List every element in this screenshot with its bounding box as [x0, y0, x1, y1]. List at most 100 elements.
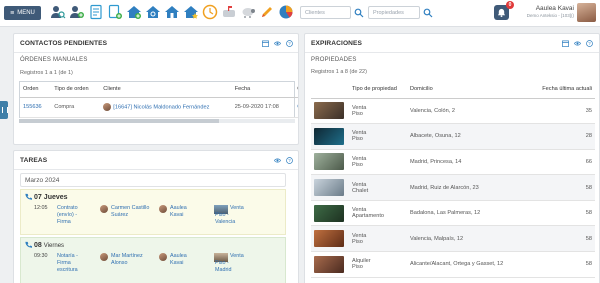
avatar: [159, 205, 167, 213]
property-image[interactable]: [314, 179, 344, 197]
task-title-line[interactable]: escritura: [57, 267, 78, 274]
table-row: 155636 Compra [16647] Nicolás Maldonado …: [20, 97, 298, 118]
task-title-line[interactable]: (envío) -: [57, 212, 77, 219]
pie-chart-icon[interactable]: [278, 3, 294, 21]
panel-tools: ?: [262, 40, 293, 47]
contact-name-line[interactable]: Mar Martínez: [111, 253, 143, 260]
contact-name-line[interactable]: Alonso: [111, 260, 127, 267]
horizontal-scrollbar[interactable]: [19, 119, 295, 123]
table-row[interactable]: Venta Piso Madrid, Princesa, 14 66: [311, 149, 595, 176]
column-header[interactable]: Tipo de orden: [51, 81, 101, 98]
column-header[interactable]: Tipo de propiedad: [349, 81, 407, 99]
menu-button[interactable]: ≡ MENU: [4, 6, 41, 20]
document-icon[interactable]: [88, 3, 104, 21]
column-header[interactable]: Fecha última actuali: [523, 81, 595, 99]
search-icon[interactable]: [354, 8, 364, 18]
property-image[interactable]: [314, 255, 344, 273]
table-row[interactable]: Venta Piso Valencia, Colón, 2 35: [311, 98, 595, 125]
task-row[interactable]: 09:30 Notaría - Firma escritura Mar Mart…: [21, 253, 287, 283]
property-image[interactable]: [314, 127, 344, 145]
task-row[interactable]: 12:05 Contrato (envío) - Firma Carmen Ca…: [21, 205, 287, 235]
hamburger-icon: ≡: [10, 9, 15, 17]
column-header[interactable]: Co: [294, 81, 298, 98]
column-header[interactable]: Fecha: [231, 81, 295, 98]
search-home-icon[interactable]: [145, 3, 161, 21]
clients-search: Clientes: [300, 6, 364, 19]
property-address: Valencia, Malpaís, 12: [407, 225, 523, 253]
add-person-icon[interactable]: [69, 3, 85, 21]
agent-name-line[interactable]: Aaulea: [170, 253, 187, 260]
order-extra[interactable]: Co: [294, 97, 298, 118]
properties-table: Tipo de propiedad Domicilio Fecha última…: [311, 81, 595, 278]
table-row[interactable]: Venta Piso Albacete, Osuna, 12 28: [311, 123, 595, 150]
property-date: 58: [523, 225, 595, 253]
property-line[interactable]: Piso -: [215, 260, 229, 267]
svg-text:?: ?: [288, 158, 291, 163]
property-line[interactable]: Valencia: [215, 219, 235, 226]
add-home-icon[interactable]: [126, 3, 142, 21]
user-name[interactable]: Aaulea Kavai: [536, 5, 574, 12]
help-icon[interactable]: ?: [286, 157, 293, 164]
favorite-home-icon[interactable]: [183, 3, 199, 21]
contact-name-line[interactable]: Suárez: [111, 212, 128, 219]
help-icon[interactable]: ?: [586, 40, 593, 47]
property-line[interactable]: Piso -: [215, 212, 229, 219]
column-header[interactable]: Domicilio: [407, 81, 523, 99]
search-icon[interactable]: [423, 8, 433, 18]
property-image[interactable]: [314, 153, 344, 171]
phone-icon: [25, 241, 32, 250]
avatar: [103, 103, 112, 111]
contact-name-line[interactable]: Carmen Castillo: [111, 205, 149, 212]
column-header[interactable]: Orden: [20, 81, 52, 98]
order-link[interactable]: 155636: [20, 97, 52, 118]
calendar-icon[interactable]: [562, 40, 569, 47]
task-title-line[interactable]: Contrato: [57, 205, 78, 212]
eye-icon[interactable]: [274, 157, 281, 164]
property-type: Chalet: [352, 187, 369, 194]
eye-icon[interactable]: [274, 40, 281, 47]
task-title-line[interactable]: Notaría -: [57, 253, 78, 260]
home-icon[interactable]: [164, 3, 180, 21]
avatar[interactable]: [577, 3, 596, 22]
clients-search-input[interactable]: Clientes: [300, 6, 351, 19]
task-title-line[interactable]: Firma: [57, 219, 71, 226]
sheep-icon[interactable]: [240, 3, 256, 21]
section-subtitle: PROPIEDADES: [311, 57, 357, 63]
task-title-line[interactable]: Firma: [57, 260, 71, 267]
clock-icon[interactable]: [202, 3, 218, 21]
svg-text:?: ?: [588, 41, 591, 46]
table-row[interactable]: Alquiler Piso Alicante/Alacant, Ortega y …: [311, 251, 595, 278]
agent-name-line[interactable]: Kavai: [170, 212, 184, 219]
table-row[interactable]: Venta Chalet Madrid, Ruiz de Alarcón, 23 …: [311, 174, 595, 201]
column-header[interactable]: Cliente: [100, 81, 232, 98]
add-document-icon[interactable]: [107, 3, 123, 21]
property-image[interactable]: [314, 230, 344, 248]
mailbox-icon[interactable]: [221, 3, 237, 21]
client-link[interactable]: [16647] Nicolás Maldonado Fernández: [100, 97, 232, 118]
property-date: 35: [523, 98, 595, 125]
property-address: Madrid, Princesa, 14: [407, 149, 523, 176]
properties-search-input[interactable]: Propiedades: [368, 6, 420, 19]
help-icon[interactable]: ?: [286, 40, 293, 47]
order-date: 25-09-2020 17:08: [231, 97, 295, 118]
property-line[interactable]: Venta: [230, 205, 244, 212]
table-row[interactable]: Venta Apartamento Badalona, Las Palmeras,…: [311, 200, 595, 227]
table-row[interactable]: Venta Piso Valencia, Malpaís, 12 58: [311, 225, 595, 253]
eye-icon[interactable]: [574, 40, 581, 47]
agent-name-line[interactable]: Aaulea: [170, 205, 187, 212]
column-header-image: [311, 81, 349, 99]
property-date: 66: [523, 149, 595, 176]
property-type: Apartamento: [352, 213, 385, 220]
user-company: Demo Anteksio - [103](): [526, 13, 574, 18]
pencil-icon[interactable]: [259, 3, 275, 21]
property-line[interactable]: Venta: [230, 253, 244, 260]
property-line[interactable]: Madrid: [215, 267, 231, 274]
agent-name-line[interactable]: Kavai: [170, 260, 184, 267]
day-header: 08 Viernes: [25, 241, 64, 250]
property-image[interactable]: [314, 102, 344, 120]
calendar-icon[interactable]: [262, 40, 269, 47]
contactos-panel: CONTACTOS PENDIENTES ? ÓRDENES MANUALES …: [13, 33, 299, 145]
search-person-icon[interactable]: [50, 3, 66, 21]
property-image[interactable]: [314, 204, 344, 222]
sidebar-toggle[interactable]: [0, 101, 8, 119]
